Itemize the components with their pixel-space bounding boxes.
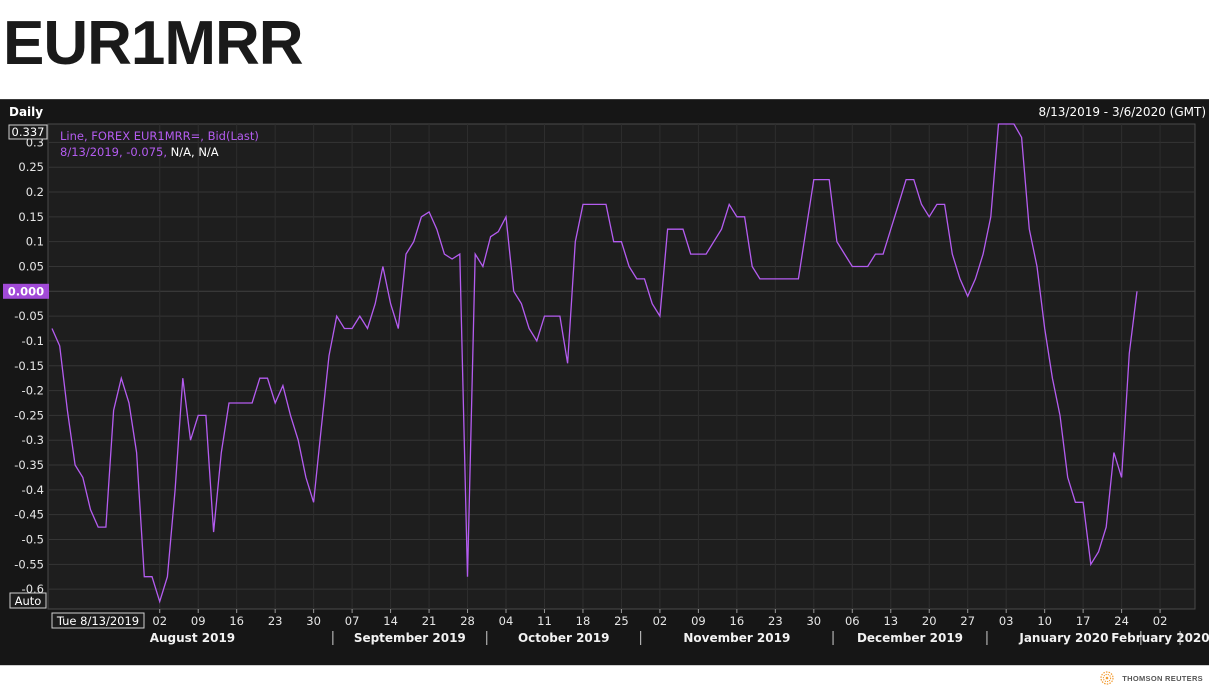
- x-tick-label: 11: [537, 614, 552, 628]
- legend-readout: 8/13/2019, -0.075, N/A, N/A: [60, 145, 219, 159]
- x-tick-label: 03: [999, 614, 1014, 628]
- y-tick-label: -0.1: [22, 334, 44, 348]
- y-tick-label: -0.2: [22, 384, 44, 398]
- x-tick-label: 21: [422, 614, 437, 628]
- x-tick-label: 16: [730, 614, 745, 628]
- x-tick-label: 28: [460, 614, 475, 628]
- x-axis: 02 09 16 23 30 07 14 21 28 04 11 18 25 02 09 16 23 30 06 13…: [150, 609, 1209, 645]
- y-axis: 0.30.250.20.150.10.05-0.05-0.1-0.15-0.2-…: [14, 135, 44, 596]
- x-tick-label: 02: [1153, 614, 1168, 628]
- x-tick-label: 16: [229, 614, 244, 628]
- y-tick-label: -0.35: [14, 458, 44, 472]
- x-tick-label: 24: [1114, 614, 1129, 628]
- x-tick-label: 10: [1037, 614, 1052, 628]
- max-value-label: 0.337: [12, 125, 45, 139]
- x-month-label: January 2020: [1018, 631, 1108, 645]
- reuters-logo-icon: [1100, 671, 1114, 685]
- footer-bar: THOMSON REUTERS: [0, 665, 1209, 689]
- x-tick-label: 18: [576, 614, 591, 628]
- y-tick-label: 0.15: [18, 210, 44, 224]
- x-month-label: December 2019: [857, 631, 963, 645]
- y-tick-label: 0.2: [26, 185, 44, 199]
- y-tick-label: -0.15: [14, 359, 44, 373]
- date-range-label: 8/13/2019 - 3/6/2020 (GMT): [1038, 105, 1206, 119]
- x-tick-label: 25: [614, 614, 629, 628]
- x-tick-label: 17: [1076, 614, 1091, 628]
- x-tick-label: 04: [499, 614, 514, 628]
- y-tick-label: -0.45: [14, 508, 44, 522]
- y-tick-label: 0.25: [18, 160, 44, 174]
- x-tick-label: 20: [922, 614, 937, 628]
- x-tick-label: 23: [268, 614, 283, 628]
- x-month-label: September 2019: [354, 631, 466, 645]
- footer-brand: THOMSON REUTERS: [1097, 671, 1203, 685]
- x-tick-label: 14: [383, 614, 398, 628]
- y-tick-label: -0.25: [14, 408, 44, 422]
- y-tick-label: 0.1: [26, 235, 44, 249]
- x-tick-label: 13: [883, 614, 898, 628]
- y-tick-label: 0.05: [18, 259, 44, 273]
- x-tick-label: 07: [345, 614, 360, 628]
- current-value-label: 0.000: [8, 284, 44, 298]
- x-month-label: August 2019: [150, 631, 235, 645]
- x-tick-label: 30: [306, 614, 321, 628]
- footer-brand-label: THOMSON REUTERS: [1122, 673, 1203, 683]
- x-month-label: October 2019: [518, 631, 610, 645]
- x-month-label: February 2020: [1111, 631, 1209, 645]
- y-tick-label: -0.55: [14, 557, 44, 571]
- page-title: EUR1MRR: [3, 9, 304, 78]
- chart-panel[interactable]: Daily 8/13/2019 - 3/6/2020 (GMT) 0.3 0.25…: [0, 99, 1209, 665]
- chart-svg[interactable]: Daily 8/13/2019 - 3/6/2020 (GMT) 0.30.25…: [0, 99, 1209, 665]
- legend-readout-prefix: 8/13/2019, -0.075,: [60, 145, 171, 159]
- auto-scale-label: Auto: [15, 594, 42, 608]
- x-month-label: November 2019: [683, 631, 790, 645]
- x-tick-label: 23: [768, 614, 783, 628]
- interval-label[interactable]: Daily: [9, 105, 43, 119]
- legend-series-desc: Line, FOREX EUR1MRR=, Bid(Last): [60, 129, 259, 143]
- x-tick-label: 09: [691, 614, 706, 628]
- cursor-date-label: Tue 8/13/2019: [56, 614, 139, 628]
- y-tick-label: -0.3: [22, 433, 44, 447]
- y-tick-label: -0.4: [22, 483, 44, 497]
- x-tick-label: 30: [806, 614, 821, 628]
- x-tick-label: 06: [845, 614, 860, 628]
- legend-readout-suffix: N/A, N/A: [171, 145, 219, 159]
- x-tick-label: 09: [191, 614, 206, 628]
- x-tick-label: 27: [960, 614, 975, 628]
- x-tick-label: 02: [152, 614, 167, 628]
- x-tick-label: 02: [653, 614, 668, 628]
- y-tick-label: -0.5: [22, 533, 44, 547]
- y-tick-label: -0.05: [14, 309, 44, 323]
